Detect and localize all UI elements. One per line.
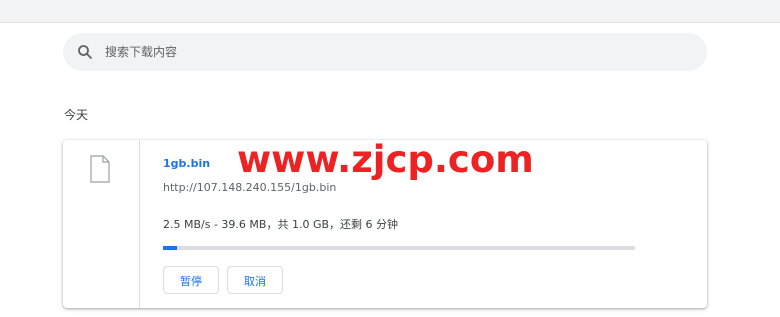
search-icon[interactable] (77, 44, 93, 60)
download-progress-bar (163, 246, 635, 250)
download-url: http://107.148.240.155/1gb.bin (163, 181, 337, 194)
file-name-link[interactable]: 1gb.bin (163, 157, 210, 170)
download-status: 2.5 MB/s - 39.6 MB，共 1.0 GB，还剩 6 分钟 (163, 218, 399, 231)
cancel-button[interactable]: 取消 (227, 266, 283, 294)
search-input[interactable] (105, 33, 665, 71)
file-icon (90, 155, 110, 183)
watermark-text: www.zjcp.com (237, 138, 534, 181)
search-bar[interactable] (63, 33, 707, 71)
download-progress-fill (163, 246, 178, 250)
section-title-today: 今天 (64, 108, 89, 122)
browser-top-bar (0, 0, 780, 23)
pause-button[interactable]: 暂停 (163, 266, 219, 294)
card-divider (139, 140, 140, 308)
